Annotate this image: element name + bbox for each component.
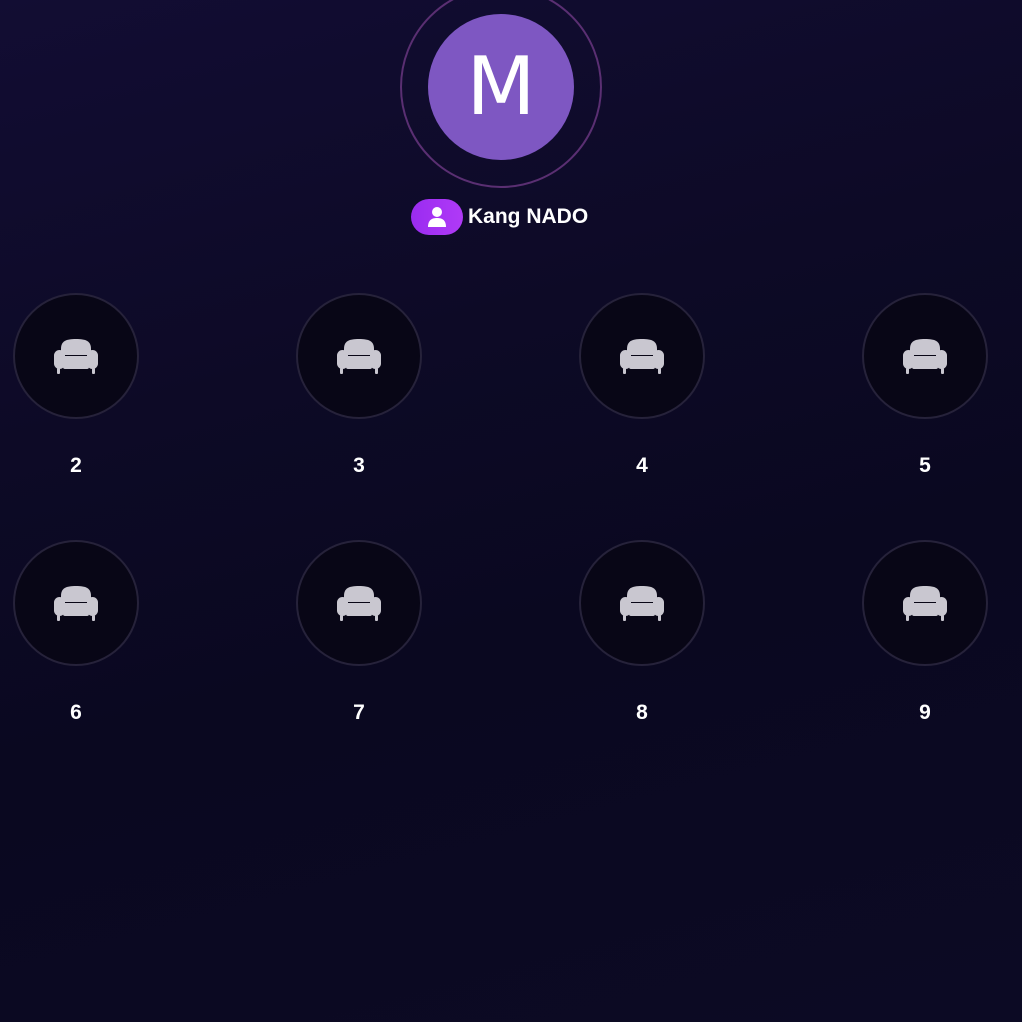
- seat-8[interactable]: [579, 540, 705, 666]
- host-badge: [411, 199, 463, 235]
- seat-label-7: 7: [353, 701, 365, 724]
- host-name: Kang NADO: [468, 205, 589, 228]
- armchair-icon: [54, 586, 98, 621]
- seat-label-3: 3: [353, 454, 365, 477]
- seat-7[interactable]: [296, 540, 422, 666]
- seat-label-4: 4: [636, 454, 648, 477]
- armchair-icon: [337, 586, 381, 621]
- seat-6[interactable]: [13, 540, 139, 666]
- seat-2[interactable]: [13, 293, 139, 419]
- seat-label-2: 2: [70, 454, 82, 477]
- armchair-icon: [620, 586, 664, 621]
- armchair-icon: [337, 339, 381, 374]
- user-icon: [428, 207, 446, 227]
- seat-4[interactable]: [579, 293, 705, 419]
- seat-label-8: 8: [636, 701, 648, 724]
- armchair-icon: [54, 339, 98, 374]
- host-avatar[interactable]: M: [428, 14, 574, 160]
- seat-label-9: 9: [919, 701, 931, 724]
- seat-5[interactable]: [862, 293, 988, 419]
- host-name-row: Kang NADO: [411, 198, 588, 236]
- armchair-icon: [903, 339, 947, 374]
- seat-3[interactable]: [296, 293, 422, 419]
- armchair-icon: [620, 339, 664, 374]
- armchair-icon: [903, 586, 947, 621]
- seat-9[interactable]: [862, 540, 988, 666]
- seat-label-5: 5: [919, 454, 931, 477]
- seat-label-6: 6: [70, 701, 82, 724]
